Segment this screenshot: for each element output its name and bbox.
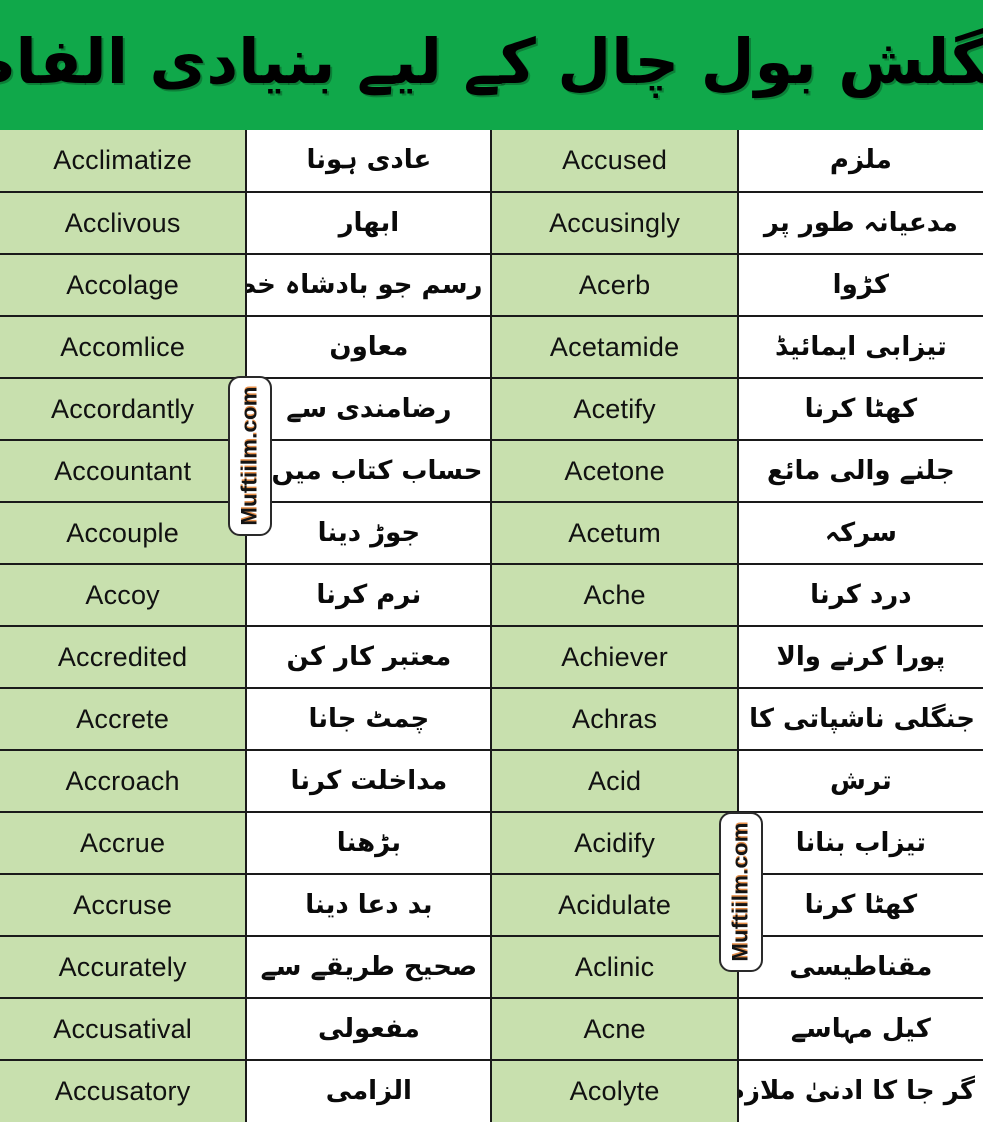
english-word-left: Accrete: [0, 687, 248, 751]
urdu-meaning-right: تیزابی ایمائیڈ: [736, 315, 983, 379]
header-banner: انگلش بول چال کے لیے بنیادی الفاظ: [0, 0, 983, 130]
english-word-left: Accusatival: [0, 997, 248, 1061]
urdu-meaning-left: صحیح طریقے سے: [245, 935, 493, 999]
english-word-left: Accordantly: [0, 377, 248, 441]
table-row: Accountantحساب کتاب میں ماہرAcetoneجلنے …: [0, 439, 983, 503]
table-row: Accolageرسم جو بادشاہ خطاب کےAcerbکڑوا: [0, 253, 983, 317]
urdu-meaning-left: بڑھنا: [245, 811, 493, 875]
english-word-left: Accountant: [0, 439, 248, 503]
english-word-left: Accoy: [0, 563, 248, 627]
english-word-left: Acclimatize: [0, 130, 248, 193]
english-word-right: Ache: [490, 563, 739, 627]
english-word-right: Achras: [490, 687, 739, 751]
urdu-meaning-right: کھٹا کرنا: [736, 377, 983, 441]
urdu-meaning-right: جلنے والی مائع: [736, 439, 983, 503]
urdu-meaning-left: ابھار: [245, 191, 493, 255]
watermark-label: Muftiilm.com: [728, 822, 754, 962]
urdu-meaning-left: مداخلت کرنا: [245, 749, 493, 813]
english-word-left: Acclivous: [0, 191, 248, 255]
urdu-meaning-left: جوڑ دینا: [245, 501, 493, 565]
urdu-meaning-right: مقناطیسی: [736, 935, 983, 999]
table-row: Accrue بڑھنا Acidify تیزاب بنانا: [0, 811, 983, 875]
table-row: Accoy نرم کرنا Ache درد کرنا: [0, 563, 983, 627]
english-word-right: Acidulate: [490, 873, 739, 937]
english-word-right: Acerb: [490, 253, 739, 317]
english-word-left: Accurately: [0, 935, 248, 999]
table-row: Accroach مداخلت کرنا Acid ترش: [0, 749, 983, 813]
english-word-left: Accrue: [0, 811, 248, 875]
english-word-right: Acetum: [490, 501, 739, 565]
table-row: Accusatory الزامی Acolyte گر جا کا ادنیٰ مل…: [0, 1059, 983, 1122]
urdu-meaning-left: مفعولی: [245, 997, 493, 1061]
urdu-meaning-right: کیل مہاسے: [736, 997, 983, 1061]
table-row: Acclivous ابھار Accusingly مدعیانہ طور پر: [0, 191, 983, 255]
watermark-label: Muftiilm.com: [237, 386, 263, 526]
english-word-left: Accredited: [0, 625, 248, 689]
urdu-meaning-left: رضامندی سے: [245, 377, 493, 441]
english-word-left: Accomlice: [0, 315, 248, 379]
english-word-right: Accusingly: [490, 191, 739, 255]
english-word-right: Accused: [490, 130, 739, 193]
urdu-meaning-left: رسم جو بادشاہ خطاب کے: [245, 253, 493, 317]
table-row: Accomlice معاون Acetamide تیزابی ایمائیڈ: [0, 315, 983, 379]
english-word-left: Accolage: [0, 253, 248, 317]
english-word-right: Acetone: [490, 439, 739, 503]
english-word-left: Accusatory: [0, 1059, 248, 1122]
urdu-meaning-left: بد دعا دینا: [245, 873, 493, 937]
english-word-right: Acetamide: [490, 315, 739, 379]
english-word-left: Accroach: [0, 749, 248, 813]
urdu-meaning-left: نرم کرنا: [245, 563, 493, 627]
english-word-right: Acolyte: [490, 1059, 739, 1122]
urdu-meaning-right: کھٹا کرنا: [736, 873, 983, 937]
urdu-meaning-right: پورا کرنے والا: [736, 625, 983, 689]
table-row: Accurately صحیح طریقے سے Aclinic مقناطیسی: [0, 935, 983, 999]
urdu-meaning-left: معتبر کار کن: [245, 625, 493, 689]
urdu-meaning-left: چمٹ جانا: [245, 687, 493, 751]
urdu-meaning-right: ملزم: [736, 130, 983, 193]
table-row: Accruse بد دعا دینا Acidulate کھٹا کرنا: [0, 873, 983, 937]
watermark-left: Muftiilm.com: [228, 376, 272, 536]
english-word-right: Achiever: [490, 625, 739, 689]
table-row: Accouple جوڑ دینا Acetum سرکہ: [0, 501, 983, 565]
english-word-right: Acid: [490, 749, 739, 813]
urdu-meaning-left: معاون: [245, 315, 493, 379]
english-word-right: Acne: [490, 997, 739, 1061]
english-word-right: Acetify: [490, 377, 739, 441]
urdu-meaning-left: حساب کتاب میں ماہر: [245, 439, 493, 503]
urdu-meaning-right: درد کرنا: [736, 563, 983, 627]
table-row: Accreteچمٹ جاناAchrasجنگلی ناشپاتی کا در…: [0, 687, 983, 751]
urdu-meaning-right: مدعیانہ طور پر: [736, 191, 983, 255]
english-word-right: Aclinic: [490, 935, 739, 999]
vocabulary-table: Acclimatize عادی ہونا Accused ملزم Acclivous…: [0, 130, 983, 1122]
watermark-right: Muftiilm.com: [719, 812, 763, 972]
urdu-meaning-right: تیزاب بنانا: [736, 811, 983, 875]
urdu-meaning-right: سرکہ: [736, 501, 983, 565]
table-row: Acclimatize عادی ہونا Accused ملزم: [0, 130, 983, 193]
urdu-meaning-left: الزامی: [245, 1059, 493, 1122]
urdu-meaning-right: گر جا کا ادنیٰ ملازم: [736, 1059, 983, 1122]
english-word-right: Acidify: [490, 811, 739, 875]
urdu-meaning-left: عادی ہونا: [245, 130, 493, 193]
page-title: انگلش بول چال کے لیے بنیادی الفاظ: [0, 25, 983, 99]
table-row: Accredited معتبر کار کن Achiever پورا کرنے …: [0, 625, 983, 689]
english-word-left: Accruse: [0, 873, 248, 937]
urdu-meaning-right: ترش: [736, 749, 983, 813]
vocabulary-sheet: انگلش بول چال کے لیے بنیادی الفاظ Acclim…: [0, 0, 983, 1122]
urdu-meaning-right: کڑوا: [736, 253, 983, 317]
english-word-left: Accouple: [0, 501, 248, 565]
urdu-meaning-right: جنگلی ناشپاتی کا درخت: [736, 687, 983, 751]
table-row: Accusatival مفعولی Acne کیل مہاسے: [0, 997, 983, 1061]
table-row: Accordantly رضامندی سے Acetify کھٹا کرنا: [0, 377, 983, 441]
